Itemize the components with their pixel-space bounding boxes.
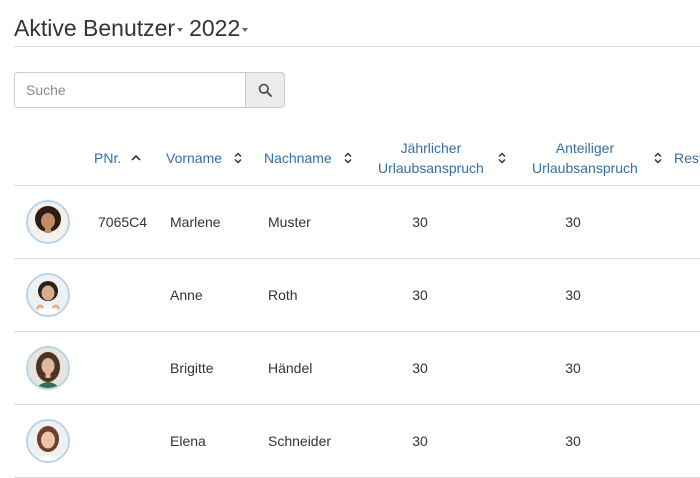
cell-vorname: Marlene (170, 214, 221, 230)
title-dropdown[interactable]: Aktive Benutzer (14, 15, 189, 42)
col-label-rest: Rest (674, 149, 700, 166)
col-header-nachname[interactable]: Nachname (254, 130, 358, 186)
cell-nachname: Roth (268, 287, 298, 303)
col-label-anteilig: Anteiliger Urlaubsanspruch (532, 138, 638, 178)
col-header-vorname[interactable]: Vorname (156, 130, 254, 186)
year-label: 2022 (189, 14, 241, 41)
sort-icon (344, 151, 352, 164)
cell-vorname: Brigitte (170, 360, 214, 376)
cell-jaehrlich: 30 (412, 214, 428, 230)
cell-anteilig: 30 (565, 287, 581, 303)
cell-nachname: Händel (268, 360, 313, 376)
cell-nachname: Schneider (268, 433, 332, 449)
cell-vorname: Anne (170, 287, 203, 303)
table-row[interactable]: Brigitte Händel 30 30 (14, 331, 700, 405)
col-label-jaehrlich-line1: Jährlicher (400, 139, 462, 156)
search-button[interactable] (245, 72, 285, 108)
cell-vorname: Elena (170, 433, 206, 449)
header-divider (14, 46, 700, 47)
cell-pnr: 7065C4 (98, 214, 148, 230)
col-label-jaehrlich: Jährlicher Urlaubsanspruch (378, 138, 484, 178)
avatar (26, 419, 70, 463)
table-row[interactable]: Elena Schneider 30 30 (14, 404, 700, 478)
search-icon (258, 83, 272, 97)
cell-jaehrlich: 30 (412, 433, 428, 449)
avatar (26, 273, 70, 317)
table-header-row: PNr. Vorname Nachname Jährlicher Urlaubs… (14, 130, 700, 186)
cell-anteilig: 30 (565, 433, 581, 449)
table-row[interactable]: 7065C4 Marlene Muster 30 30 (14, 185, 700, 259)
col-header-anteilig[interactable]: Anteiliger Urlaubsanspruch (512, 130, 664, 186)
cell-anteilig: 30 (565, 360, 581, 376)
col-label-pnr: PNr. (94, 149, 122, 166)
page-header: Aktive Benutzer 2022 (14, 10, 254, 46)
caret-down-icon (177, 28, 184, 32)
table-row[interactable]: Anne Roth 30 30 (14, 258, 700, 332)
sort-icon (234, 151, 242, 164)
sort-ascending-icon (131, 154, 141, 162)
caret-down-icon (242, 28, 249, 32)
col-header-pnr[interactable]: PNr. (80, 130, 156, 186)
year-dropdown[interactable]: 2022 (189, 15, 254, 42)
cell-jaehrlich: 30 (412, 360, 428, 376)
avatar (26, 346, 70, 390)
col-label-vorname: Vorname (166, 149, 223, 166)
page-title: Aktive Benutzer (14, 14, 176, 41)
col-label-jaehrlich-line2: Urlaubsanspruch (378, 159, 484, 176)
col-label-anteilig-line1: Anteiliger (555, 139, 615, 156)
search-group (14, 72, 285, 108)
sort-icon (654, 151, 662, 164)
col-label-anteilig-line2: Urlaubsanspruch (532, 159, 638, 176)
search-input[interactable] (14, 72, 245, 108)
avatar (26, 200, 70, 244)
col-label-nachname: Nachname (264, 149, 332, 166)
cell-anteilig: 30 (565, 214, 581, 230)
col-header-jaehrlich[interactable]: Jährlicher Urlaubsanspruch (358, 130, 512, 186)
sort-icon (498, 151, 506, 164)
col-header-rest[interactable]: Rest (664, 130, 700, 186)
users-table: PNr. Vorname Nachname Jährlicher Urlaubs… (14, 130, 700, 478)
cell-jaehrlich: 30 (412, 287, 428, 303)
avatar-column-header (14, 130, 80, 186)
cell-nachname: Muster (268, 214, 311, 230)
